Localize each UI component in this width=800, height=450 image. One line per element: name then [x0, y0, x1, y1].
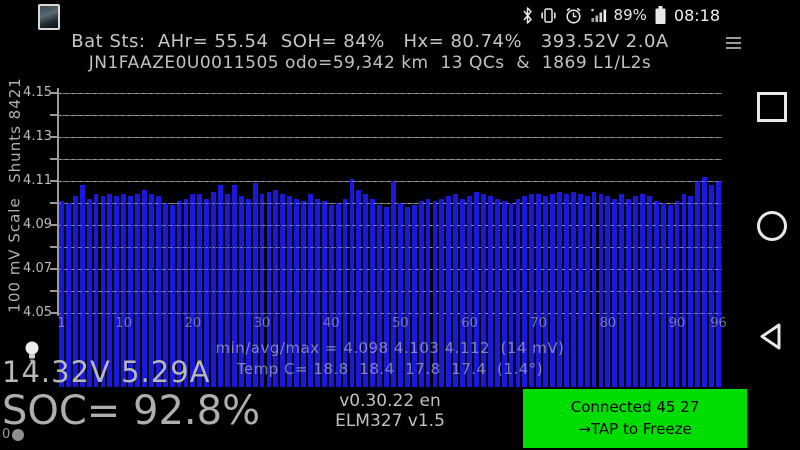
x-tick-label: 40 — [323, 316, 340, 331]
alarm-clock-icon — [564, 6, 583, 25]
gridline-dash — [58, 115, 722, 116]
status-icon-cluster: 89% 08:18 — [522, 0, 720, 30]
app-version-text: v0.30.22 en — [290, 391, 490, 411]
x-tick-label: 80 — [600, 316, 617, 331]
gridline-dash — [58, 181, 722, 182]
x-tick-label: 60 — [461, 316, 478, 331]
gridline-dash — [58, 291, 722, 292]
clock-text: 08:18 — [674, 6, 720, 25]
cell-voltage-bar — [474, 192, 479, 387]
cell-voltage-bar — [460, 199, 465, 387]
gridline-dash — [58, 203, 722, 204]
battery-icon — [654, 5, 667, 25]
tap-to-freeze-text: →TAP to Freeze — [523, 418, 747, 440]
version-block: v0.30.22 en ELM327 v1.5 — [290, 391, 490, 431]
cell-voltage-bar — [626, 199, 631, 387]
y-axis-tick — [50, 268, 57, 270]
page-number: 0 — [2, 427, 10, 442]
status-bar: 89% 08:18 — [0, 0, 800, 30]
y-tick-label: 4.07 — [0, 261, 52, 276]
cell-voltage-bar — [246, 199, 251, 387]
aux-battery-readout: 14.32V 5.29A — [2, 355, 211, 389]
cell-voltage-bar — [343, 199, 348, 387]
x-tick-label: 70 — [530, 316, 547, 331]
y-axis-tick — [50, 114, 57, 116]
connected-freeze-button[interactable]: Connected 45 27 →TAP to Freeze — [523, 389, 747, 448]
y-axis-tick — [50, 246, 57, 248]
cell-voltage-bar — [495, 199, 500, 387]
y-tick-label: 4.09 — [0, 217, 52, 232]
connection-status-text: Connected 45 27 — [523, 396, 747, 418]
cell-voltage-bar — [294, 199, 299, 387]
x-tick-label: 20 — [185, 316, 202, 331]
y-tick-label: 4.05 — [0, 305, 52, 320]
bluetooth-icon — [522, 6, 533, 25]
gridline-dash — [58, 225, 722, 226]
cell-voltage-bar — [267, 192, 272, 387]
x-tick-label: 50 — [392, 316, 409, 331]
y-axis-tick — [50, 136, 57, 138]
y-axis-tick-labels: 4.15 4.13 4.11 4.09 4.07 4.05 — [0, 88, 52, 328]
nav-back-button[interactable] — [757, 322, 787, 356]
y-tick-label: 4.11 — [0, 173, 52, 188]
cell-voltage-bar — [211, 192, 216, 387]
cell-voltage-bar — [315, 199, 320, 387]
menu-hamburger-icon[interactable] — [726, 37, 741, 50]
x-tick-label: 30 — [254, 316, 271, 331]
x-tick-label: 1 — [57, 316, 65, 331]
y-axis-tick — [50, 202, 57, 204]
cell-voltage-bar — [426, 199, 431, 387]
nav-recents-button[interactable] — [757, 92, 787, 122]
y-axis-tick — [50, 290, 57, 292]
app-notification-icon — [38, 4, 60, 30]
back-triangle-icon — [757, 322, 787, 352]
page-indicator: 0 — [2, 427, 24, 442]
gridline-dash — [58, 313, 722, 314]
battery-percent-text: 89% — [614, 6, 647, 24]
cell-voltage-bar — [356, 190, 361, 387]
cell-voltage-bar — [273, 190, 278, 387]
y-axis-tick — [50, 224, 57, 226]
cell-voltage-bar — [516, 199, 521, 387]
x-tick-label: 10 — [115, 316, 132, 331]
gridline-dash — [58, 137, 722, 138]
cell-voltage-bar — [612, 199, 617, 387]
gridline-dash — [58, 159, 722, 160]
cell-voltage-bar — [439, 199, 444, 387]
cell-voltage-bar — [571, 192, 576, 387]
vibrate-icon — [540, 6, 557, 25]
x-tick-label: 96 — [710, 316, 727, 331]
y-tick-label: 4.13 — [0, 129, 52, 144]
vin-odometer-line: JN1FAAZE0U0011505 odo=59,342 km 13 QCs &… — [0, 53, 740, 73]
y-axis-tick — [50, 158, 57, 160]
nav-home-button[interactable] — [757, 211, 787, 241]
x-tick-label: 90 — [669, 316, 686, 331]
elm-version-text: ELM327 v1.5 — [290, 411, 490, 431]
y-axis-tick — [50, 180, 57, 182]
cell-voltage-chart[interactable]: min/avg/max = 4.098 4.103 4.112 (14 mV) … — [58, 88, 722, 387]
page-dot-icon — [12, 429, 24, 441]
y-tick-label: 4.15 — [0, 85, 52, 100]
cell-voltage-bar — [557, 192, 562, 387]
signal-icon — [590, 7, 607, 23]
cell-voltage-bar — [592, 192, 597, 387]
gridline-dash — [58, 269, 722, 270]
soc-readout: SOC= 92.8% — [2, 388, 260, 434]
y-axis-tick — [50, 312, 57, 314]
cell-voltage-bar — [370, 199, 375, 387]
gridline-dash — [58, 247, 722, 248]
battery-stats-line: Bat Sts: AHr= 55.54 SOH= 84% Hx= 80.74% … — [0, 31, 740, 52]
gridline-dash — [58, 93, 722, 94]
y-axis-tick — [50, 92, 57, 94]
